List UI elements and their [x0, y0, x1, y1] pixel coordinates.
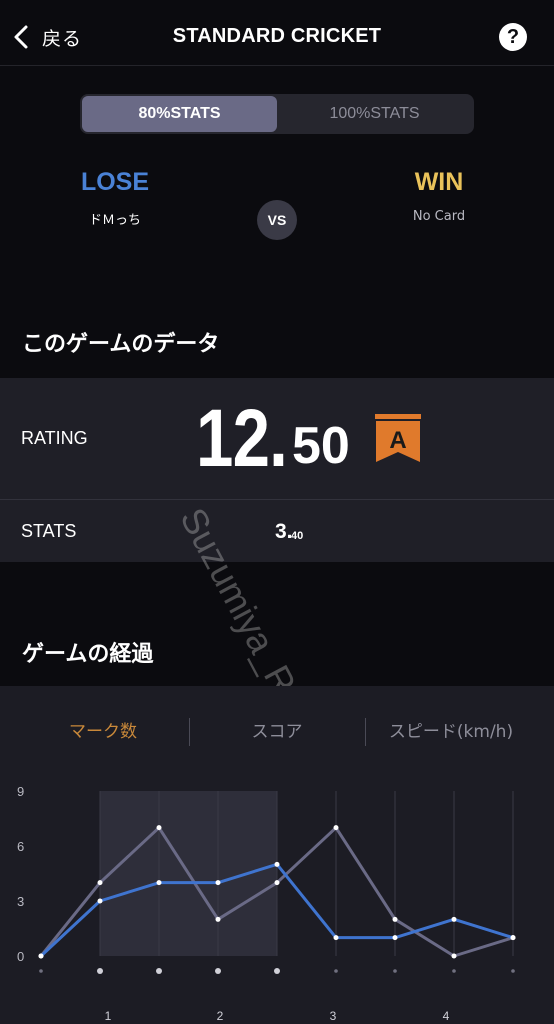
- chart-data-point: [392, 935, 398, 941]
- chart-data-point: [215, 880, 221, 886]
- toggle-80-stats[interactable]: 80%STATS: [82, 96, 277, 132]
- chart-data-point: [97, 898, 103, 904]
- chart-data-point: [97, 880, 103, 886]
- player-right-result: WIN No Card: [359, 168, 519, 224]
- player-name-right: No Card: [412, 209, 466, 224]
- chart-data-point: [333, 825, 339, 831]
- chart-data-point: [392, 916, 398, 922]
- chart-data-point: [156, 880, 162, 886]
- chart-data-point: [451, 953, 457, 959]
- rating-value-dec: 50: [292, 417, 350, 475]
- marks-line-chart: 9 6 3 0 1 2 3 4: [17, 784, 516, 1023]
- chart-x-dot: [334, 969, 338, 973]
- rating-value-int: 12.: [196, 393, 288, 484]
- grade-badge-icon: A: [375, 414, 421, 462]
- chart-y-tick-label: 6: [17, 839, 24, 854]
- toggle-100-stats[interactable]: 100%STATS: [277, 96, 472, 132]
- chart-x-dot: [452, 969, 456, 973]
- chart-y-tick-label: 3: [17, 894, 24, 909]
- chart-round-label: 3: [330, 1009, 337, 1023]
- chart-data-point: [274, 861, 280, 867]
- chart-data-point: [156, 825, 162, 831]
- stats-value-int: 3.: [275, 520, 293, 543]
- chart-data-point: [333, 935, 339, 941]
- chart-x-dot: [393, 969, 397, 973]
- outcome-win: WIN: [414, 168, 464, 196]
- page-title: STANDARD CRICKET: [172, 25, 382, 47]
- help-button[interactable]: ?: [499, 23, 527, 51]
- chart-panel: マーク数 スコア スピード(km/h) 96301234: [0, 686, 554, 1024]
- chart-data-point: [451, 916, 457, 922]
- chart-x-dot: [156, 968, 162, 974]
- stats-value-dec: 40: [291, 530, 304, 542]
- rating-row: RATING 12. 50: [0, 378, 554, 500]
- chart-y-tick-label: 9: [17, 784, 24, 799]
- player-left-result: LOSE ドＭっち: [35, 168, 195, 228]
- chart-round-label: 1: [105, 1009, 112, 1023]
- chart-round-label: 4: [443, 1009, 450, 1023]
- grade-letter: A: [389, 427, 406, 454]
- chart-round-label: 2: [217, 1009, 224, 1023]
- chart-x-dot: [215, 968, 221, 974]
- player-name-left: ドＭっち: [88, 213, 141, 228]
- chart-data-point: [38, 953, 44, 959]
- stats-label: STATS: [21, 521, 77, 541]
- chart-data-point: [215, 916, 221, 922]
- game-data-title: このゲームのデータ: [22, 332, 220, 357]
- outcome-lose: LOSE: [80, 168, 150, 196]
- chart-y-tick-label: 0: [17, 949, 24, 964]
- chart-x-dot: [97, 968, 103, 974]
- vs-badge: VS: [257, 200, 297, 240]
- chart-x-dot: [274, 968, 280, 974]
- progress-title: ゲームの経過: [22, 642, 154, 667]
- stats-toggle: 80%STATS 100%STATS: [80, 94, 474, 134]
- top-bar: 戻る STANDARD CRICKET ?: [0, 0, 554, 66]
- chart-x-dot: [511, 969, 515, 973]
- chart-data-point: [510, 935, 516, 941]
- rating-label: RATING: [21, 428, 88, 448]
- chart-data-point: [274, 880, 280, 886]
- chart-x-dot: [39, 969, 43, 973]
